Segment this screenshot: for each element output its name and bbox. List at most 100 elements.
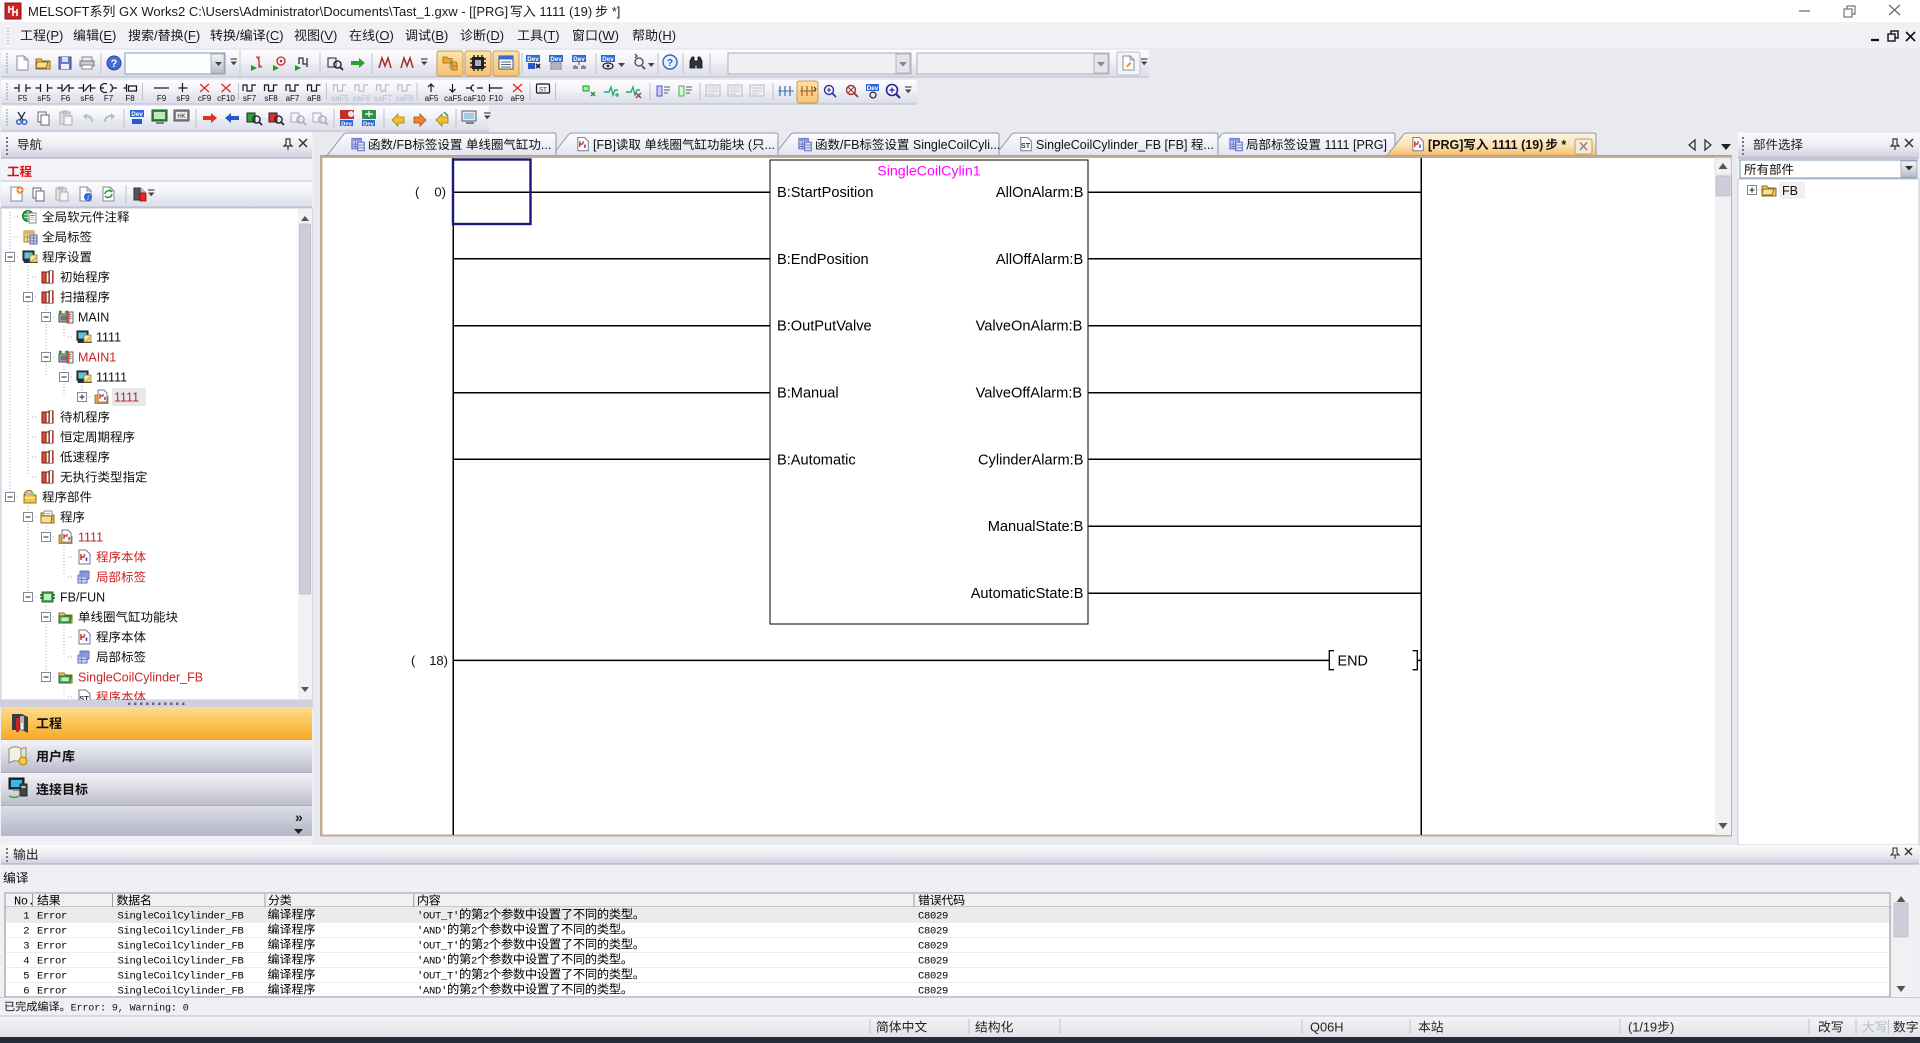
svg-text:1111: 1111 <box>96 331 121 345</box>
svg-text:F9: F9 <box>157 94 167 103</box>
svg-text:SingleCoilCylinder_FB: SingleCoilCylinder_FB <box>118 986 244 998</box>
svg-text:Error: Error <box>37 926 67 938</box>
svg-text:18): 18) <box>429 653 448 668</box>
svg-text:SingleCoilCyli...: SingleCoilCyli... <box>909 138 1000 152</box>
svg-text:/: / <box>236 28 240 43</box>
svg-text:ValveOnAlarm:B: ValveOnAlarm:B <box>976 319 1083 335</box>
svg-text:...: ... <box>541 138 551 152</box>
svg-text:2: 2 <box>483 971 489 983</box>
svg-text:aF7: aF7 <box>286 94 300 103</box>
svg-text:2: 2 <box>471 986 477 998</box>
svg-text:2: 2 <box>23 926 29 938</box>
svg-text:C8029: C8029 <box>918 971 948 983</box>
svg-text:1111 (19): 1111 (19) <box>1488 138 1543 152</box>
svg-text:(H): (H) <box>658 28 676 43</box>
svg-text:2: 2 <box>483 911 489 923</box>
svg-text:F6: F6 <box>61 94 71 103</box>
svg-text:(T): (T) <box>543 28 560 43</box>
svg-text:SingleCoilCylinder_FB: SingleCoilCylinder_FB <box>118 956 244 968</box>
svg-text:aF9: aF9 <box>511 94 525 103</box>
svg-text:C8029: C8029 <box>918 926 948 938</box>
svg-text:F5: F5 <box>18 94 28 103</box>
svg-text:B:StartPosition: B:StartPosition <box>777 185 874 201</box>
svg-text:F10: F10 <box>489 94 503 103</box>
svg-text:saF7: saF7 <box>374 94 392 103</box>
svg-text:'OUT_T': 'OUT_T' <box>417 971 459 983</box>
svg-text:(E): (E) <box>99 28 116 43</box>
svg-text:cF9: cF9 <box>198 94 212 103</box>
svg-text:F8: F8 <box>125 94 135 103</box>
svg-text:sF5: sF5 <box>37 94 51 103</box>
svg-text:...: ... <box>765 138 775 152</box>
svg-text:Dev: Dev <box>131 111 143 118</box>
svg-text:Error: Error <box>37 941 67 953</box>
svg-text:AllOnAlarm:B: AllOnAlarm:B <box>996 185 1084 201</box>
svg-text:B:EndPosition: B:EndPosition <box>777 252 869 268</box>
svg-text:ST: ST <box>1021 142 1031 150</box>
svg-text:3: 3 <box>23 941 29 953</box>
svg-text:END: END <box>1338 653 1368 669</box>
svg-text:'AND': 'AND' <box>417 926 447 938</box>
svg-text:C8029: C8029 <box>918 941 948 953</box>
svg-text:Dev: Dev <box>602 56 614 63</box>
svg-text:Error: 9, Warning: 0: Error: 9, Warning: 0 <box>71 1003 189 1015</box>
svg-text:(: ( <box>411 653 416 668</box>
svg-text:AllOffAlarm:B: AllOffAlarm:B <box>996 252 1083 268</box>
svg-text:[PRG]: [PRG] <box>1428 138 1463 152</box>
svg-text:MAIN1: MAIN1 <box>78 351 116 365</box>
svg-text:ST: ST <box>539 88 547 94</box>
svg-text:cF10: cF10 <box>217 94 235 103</box>
svg-text:saF5: saF5 <box>331 94 349 103</box>
svg-text:FB/FUN: FB/FUN <box>60 591 105 605</box>
svg-text:): ) <box>1670 1020 1674 1035</box>
svg-text:(1/19: (1/19 <box>1628 1020 1657 1035</box>
svg-text:F7: F7 <box>104 94 114 103</box>
svg-text:4: 4 <box>23 956 29 968</box>
svg-text:MAIN: MAIN <box>78 311 109 325</box>
svg-text:saF8: saF8 <box>396 94 414 103</box>
svg-text:B:OutPutValve: B:OutPutValve <box>777 319 872 335</box>
svg-text:SingleCoilCylinder_FB: SingleCoilCylinder_FB <box>78 671 203 685</box>
svg-text:Error: Error <box>37 956 67 968</box>
svg-text:2: 2 <box>471 926 477 938</box>
svg-text:AutomaticState:B: AutomaticState:B <box>971 586 1084 602</box>
svg-text:1111: 1111 <box>114 391 139 405</box>
svg-text:'AND': 'AND' <box>417 956 447 968</box>
svg-text:SingleCoilCylinder_FB: SingleCoilCylinder_FB <box>118 941 244 953</box>
svg-text:SingleCoilCylinder_FB: SingleCoilCylinder_FB <box>118 926 244 938</box>
svg-text:saF6: saF6 <box>353 94 371 103</box>
svg-text:(B): (B) <box>431 28 448 43</box>
svg-text:2: 2 <box>483 941 489 953</box>
svg-text:B:Automatic: B:Automatic <box>777 452 856 468</box>
svg-text:5: 5 <box>23 971 29 983</box>
svg-text:?: ? <box>667 57 673 69</box>
svg-text:aF5: aF5 <box>425 94 439 103</box>
svg-text:SingleCoilCylinder_FB [FB]: SingleCoilCylinder_FB [FB] <box>1036 138 1191 152</box>
svg-text:C8029: C8029 <box>918 956 948 968</box>
svg-text:1111 (19): 1111 (19) <box>536 4 592 19</box>
svg-text:sF8: sF8 <box>264 94 278 103</box>
svg-text:6: 6 <box>23 986 29 998</box>
svg-text:(: ( <box>744 138 752 152</box>
svg-text:...: ... <box>1203 138 1213 152</box>
svg-text:C8029: C8029 <box>918 911 948 923</box>
svg-text:/FB: /FB <box>840 138 859 152</box>
svg-text:SingleCoilCylinder_FB: SingleCoilCylinder_FB <box>118 911 244 923</box>
svg-text:'OUT_T': 'OUT_T' <box>417 941 459 953</box>
svg-text:aF8: aF8 <box>307 94 321 103</box>
svg-text:*]: *] <box>608 4 620 19</box>
svg-text:1111: 1111 <box>78 531 103 545</box>
svg-text:2: 2 <box>471 956 477 968</box>
svg-text:(: ( <box>415 185 420 200</box>
svg-text:'AND': 'AND' <box>417 986 447 998</box>
svg-text:(C): (C) <box>266 28 284 43</box>
svg-text:SingleCoilCylinder_FB: SingleCoilCylinder_FB <box>118 971 244 983</box>
svg-text:FB: FB <box>1782 184 1798 198</box>
svg-text:Dev: Dev <box>573 56 585 63</box>
svg-text:»: » <box>295 809 303 825</box>
svg-text:Error: Error <box>37 911 67 923</box>
svg-text:sF7: sF7 <box>243 94 257 103</box>
svg-text:CylinderAlarm:B: CylinderAlarm:B <box>978 452 1083 468</box>
svg-text:(O): (O) <box>375 28 394 43</box>
svg-text:11111: 11111 <box>96 371 127 385</box>
